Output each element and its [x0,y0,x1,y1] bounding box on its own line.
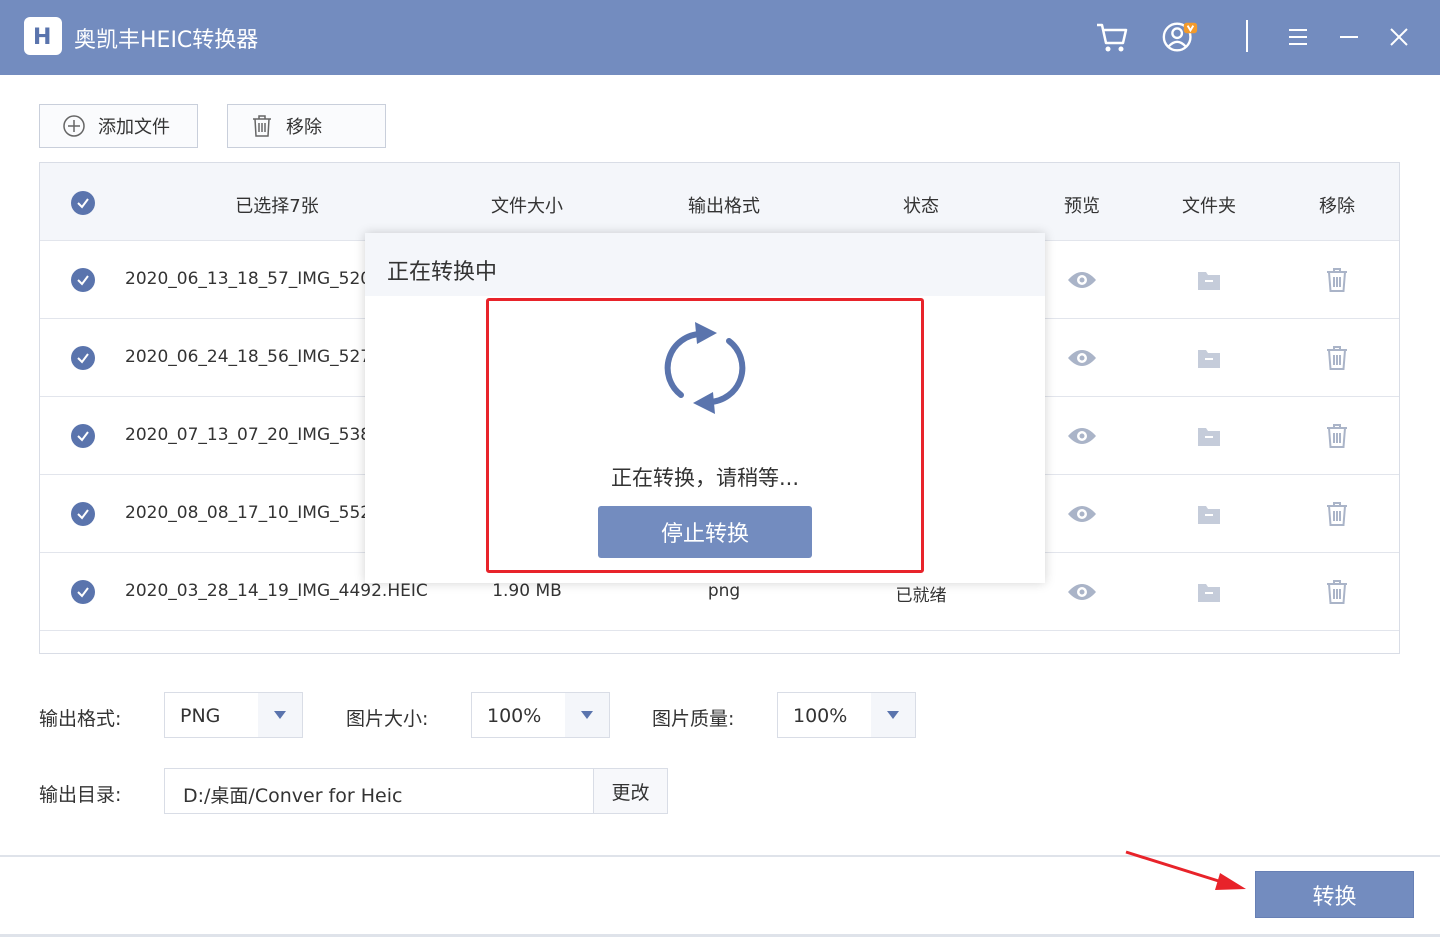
eye-icon[interactable] [1067,504,1097,524]
file-name: 2020_03_28_14_19_IMG_4492.HEIC [125,581,428,601]
trash-icon [250,114,274,138]
file-name: 2020_06_13_18_57_IMG_5205 [125,269,382,289]
quality-label: 图片质量: [652,708,735,730]
select-all-checkbox[interactable] [71,191,95,215]
trash-icon[interactable] [1325,345,1349,371]
add-file-label: 添加文件 [98,117,170,138]
footer-divider [0,855,1440,857]
format-select[interactable]: PNG [164,692,303,738]
trash-icon[interactable] [1325,579,1349,605]
chevron-down-icon [565,693,609,737]
app-title: 奥凯丰HEIC转换器 [74,28,259,53]
add-file-button[interactable]: 添加文件 [39,104,198,148]
row-checkbox[interactable] [71,502,95,526]
file-name: 2020_07_13_07_20_IMG_5380 [125,425,382,445]
row-checkbox[interactable] [71,424,95,448]
header-format: 输出格式 [688,196,760,217]
menu-icon[interactable] [1279,18,1317,56]
dialog-title: 正在转换中 [387,260,498,285]
eye-icon[interactable] [1067,582,1097,602]
row-checkbox[interactable] [71,346,95,370]
logo-letter: H [33,25,52,50]
quality-select[interactable]: 100% [777,692,916,738]
table-header: 已选择7张 文件大小 输出格式 状态 预览 文件夹 移除 [40,163,1399,241]
output-dir-label: 输出目录: [39,784,122,806]
title-separator [1246,20,1248,52]
row-checkbox[interactable] [71,268,95,292]
trash-icon[interactable] [1325,501,1349,527]
minimize-icon[interactable] [1330,18,1368,56]
remove-label: 移除 [286,117,322,138]
size-value: 100% [487,705,542,727]
convert-button[interactable]: 转换 [1255,871,1414,918]
dialog-header: 正在转换中 [365,233,1045,296]
output-dir-value: D:/桌面/Conver for Heic [183,785,403,807]
eye-icon[interactable] [1067,348,1097,368]
file-format: png [707,581,741,601]
change-dir-button[interactable]: 更改 [593,768,668,814]
format-label: 输出格式: [39,708,122,730]
header-remove: 移除 [1319,196,1355,217]
app-logo: H [24,17,62,55]
row-checkbox[interactable] [71,580,95,604]
header-status: 状态 [903,196,939,217]
trash-icon[interactable] [1325,423,1349,449]
plus-circle-icon [62,114,86,138]
size-label: 图片大小: [346,708,429,730]
format-value: PNG [180,705,221,727]
file-size: 1.90 MB [492,581,562,601]
folder-icon[interactable] [1197,347,1221,369]
file-status: 已就绪 [895,586,947,606]
eye-icon[interactable] [1067,270,1097,290]
folder-icon[interactable] [1197,269,1221,291]
header-preview: 预览 [1064,196,1100,217]
file-name: 2020_08_08_17_10_IMG_5523 [125,503,382,523]
output-dir-field[interactable]: D:/桌面/Conver for Heic [164,768,594,814]
size-select[interactable]: 100% [471,692,610,738]
remove-button[interactable]: 移除 [227,104,386,148]
header-size: 文件大小 [491,196,563,217]
eye-icon[interactable] [1067,426,1097,446]
header-folder: 文件夹 [1182,196,1236,217]
chevron-down-icon [258,693,302,737]
annotation-highlight-box [486,298,924,573]
cart-icon[interactable] [1093,18,1131,56]
converting-dialog: 正在转换中 正在转换，请稍等... 停止转换 [365,233,1045,583]
folder-icon[interactable] [1197,581,1221,603]
chevron-down-icon [871,693,915,737]
user-vip-icon[interactable] [1161,18,1199,56]
close-icon[interactable] [1380,18,1418,56]
file-name: 2020_06_24_18_56_IMG_5272 [125,347,382,367]
quality-value: 100% [793,705,848,727]
folder-icon[interactable] [1197,425,1221,447]
folder-icon[interactable] [1197,503,1221,525]
header-selected: 已选择7张 [235,196,319,217]
trash-icon[interactable] [1325,267,1349,293]
title-bar: H 奥凯丰HEIC转换器 [0,0,1440,75]
